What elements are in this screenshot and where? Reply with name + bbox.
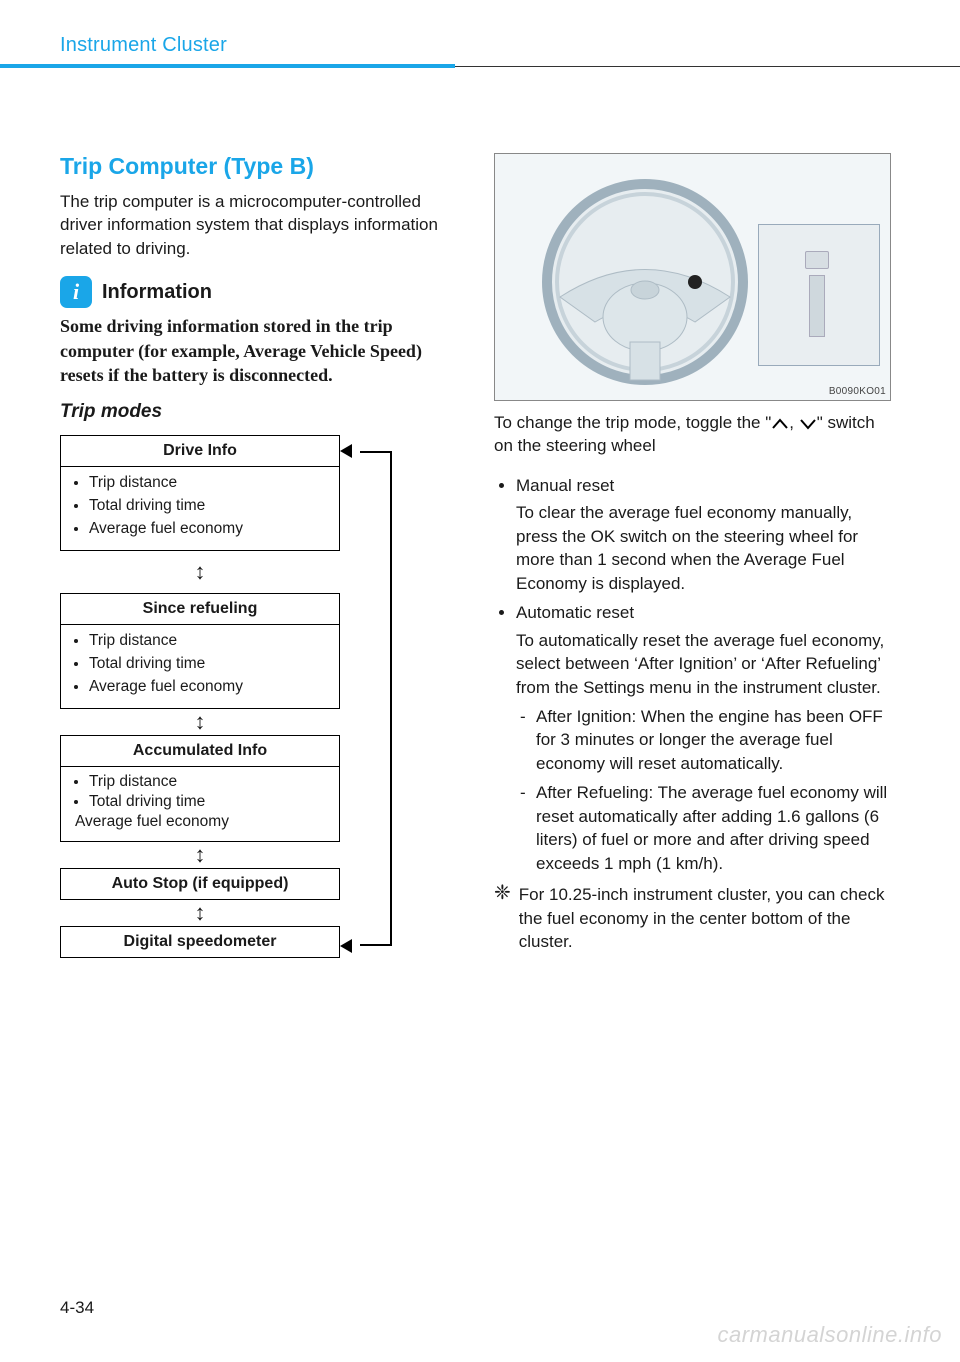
flow-box-auto-stop: Auto Stop (if equipped) (60, 868, 340, 900)
figure-code: B0090KO01 (829, 386, 886, 397)
list-item: Total driving time (89, 793, 333, 813)
list-item: Trip distance (89, 631, 333, 654)
left-column: Trip Computer (Type B) The trip computer… (60, 153, 460, 958)
info-heading: Information (102, 281, 212, 304)
list-item: Total driving time (89, 496, 333, 519)
list-item: Trip distance (89, 473, 333, 496)
reset-bullet-list: Manual reset To clear the average fuel e… (494, 474, 894, 875)
chevron-down-icon (799, 418, 817, 430)
flow-title: Drive Info (61, 436, 339, 467)
chevron-up-icon (771, 418, 789, 430)
flow-title: Since refueling (61, 594, 339, 625)
header-rule (0, 64, 960, 68)
bullet-label: Automatic reset (516, 601, 894, 624)
asterisk-icon: ❈ (494, 883, 511, 953)
flow-box-digital-speedometer: Digital speedometer (60, 926, 340, 958)
sub-item-after-ignition: After Ignition: When the engine has been… (520, 705, 894, 775)
list-item: Average fuel economy (89, 677, 333, 700)
list-item-automatic-reset: Automatic reset To automatically reset t… (516, 601, 894, 875)
updown-arrow-icon: ↕ (60, 709, 340, 735)
flow-box-accumulated-info: Accumulated Info Trip distance Total dri… (60, 735, 340, 842)
updown-arrow-icon: ↕ (60, 551, 340, 593)
footnote: ❈ For 10.25-inch instrument cluster, you… (494, 883, 894, 953)
flow-box-drive-info: Drive Info Trip distance Total driving t… (60, 435, 340, 551)
updown-arrow-icon: ↕ (60, 842, 340, 868)
steering-wheel-figure: B0090KO01 (494, 153, 891, 401)
steering-wheel-icon (535, 172, 755, 392)
list-item: Average fuel economy (89, 519, 333, 542)
flow-title: Digital speedometer (61, 927, 339, 957)
dash-panel-illustration (758, 224, 880, 366)
sub-item-after-refueling: After Refueling: The average fuel econom… (520, 781, 894, 875)
flow-title: Auto Stop (if equipped) (61, 869, 339, 899)
footnote-text: For 10.25-inch instrument cluster, you c… (519, 883, 894, 953)
info-icon: i (60, 276, 92, 308)
bullet-body: To clear the average fuel economy manual… (516, 503, 858, 592)
trip-modes-flow: Drive Info Trip distance Total driving t… (60, 435, 400, 958)
updown-arrow-icon: ↕ (60, 900, 340, 926)
section-title: Trip Computer (Type B) (60, 153, 460, 180)
intro-paragraph: The trip computer is a microcomputer-con… (60, 190, 460, 260)
trip-modes-heading: Trip modes (60, 401, 460, 423)
flow-box-since-refueling: Since refueling Trip distance Total driv… (60, 593, 340, 709)
watermark: carmanualsonline.info (717, 1322, 942, 1348)
page-number: 4-34 (60, 1298, 94, 1318)
info-body: Some driving information stored in the t… (60, 314, 460, 387)
list-item: Trip distance (89, 773, 333, 793)
list-item-manual-reset: Manual reset To clear the average fuel e… (516, 474, 894, 595)
toggle-instruction: To change the trip mode, toggle the ", "… (494, 411, 894, 458)
list-item: Total driving time (89, 654, 333, 677)
right-column: B0090KO01 To change the trip mode, toggl… (494, 153, 894, 958)
bullet-label: Manual reset (516, 474, 894, 497)
running-header: Instrument Cluster (60, 34, 900, 57)
flow-title: Accumulated Info (61, 736, 339, 767)
bullet-body: To automatically reset the average fuel … (516, 631, 884, 697)
list-item: Average fuel economy (75, 813, 333, 833)
